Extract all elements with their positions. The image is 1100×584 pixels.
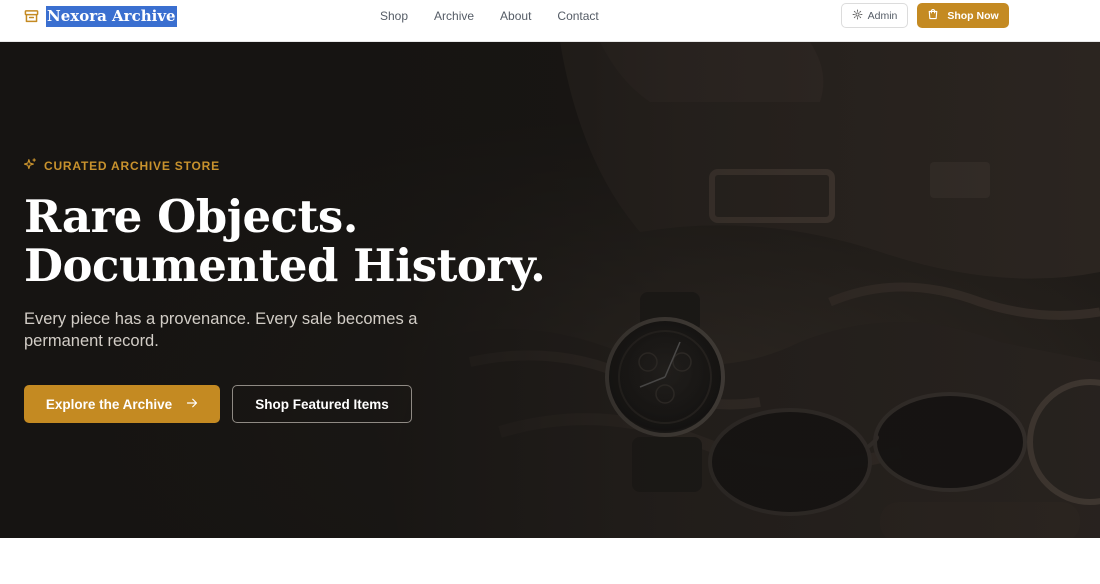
main-nav: Shop Archive About Contact <box>380 0 625 32</box>
hero-section: CURATED ARCHIVE STORE Rare Objects. Docu… <box>0 42 1100 538</box>
explore-archive-button[interactable]: Explore the Archive <box>24 385 220 423</box>
sparkles-icon <box>23 158 37 174</box>
nav-link-shop[interactable]: Shop <box>380 9 408 23</box>
hero-title-line-1: Rare Objects. <box>24 190 358 243</box>
admin-button-label: Admin <box>867 9 898 22</box>
hero-title-line-2: Documented History. <box>24 239 546 292</box>
shop-featured-button[interactable]: Shop Featured Items <box>232 385 412 423</box>
nav-link-contact[interactable]: Contact <box>557 9 598 23</box>
gear-icon <box>852 9 863 23</box>
shopping-bag-icon <box>927 8 939 23</box>
arrow-right-icon <box>186 397 198 412</box>
archive-box-icon <box>24 9 39 24</box>
brand-name: Nexora Archive <box>46 5 177 27</box>
hero-title: Rare Objects. Documented History. <box>24 192 584 290</box>
shop-now-label: Shop Now <box>947 9 999 22</box>
nav-link-archive[interactable]: Archive <box>434 9 474 23</box>
shop-featured-label: Shop Featured Items <box>255 396 389 412</box>
next-section <box>0 538 1100 584</box>
brand-logo[interactable]: Nexora Archive <box>24 5 177 27</box>
explore-archive-label: Explore the Archive <box>45 396 173 412</box>
site-header: Nexora Archive Shop Archive About Contac… <box>0 0 1100 42</box>
shop-now-button[interactable]: Shop Now <box>917 3 1009 28</box>
hero-eyebrow: CURATED ARCHIVE STORE <box>23 158 220 174</box>
eyebrow-text: CURATED ARCHIVE STORE <box>44 159 220 173</box>
admin-button[interactable]: Admin <box>841 3 908 28</box>
nav-link-about[interactable]: About <box>500 9 531 23</box>
hero-subtitle: Every piece has a provenance. Every sale… <box>24 310 418 350</box>
